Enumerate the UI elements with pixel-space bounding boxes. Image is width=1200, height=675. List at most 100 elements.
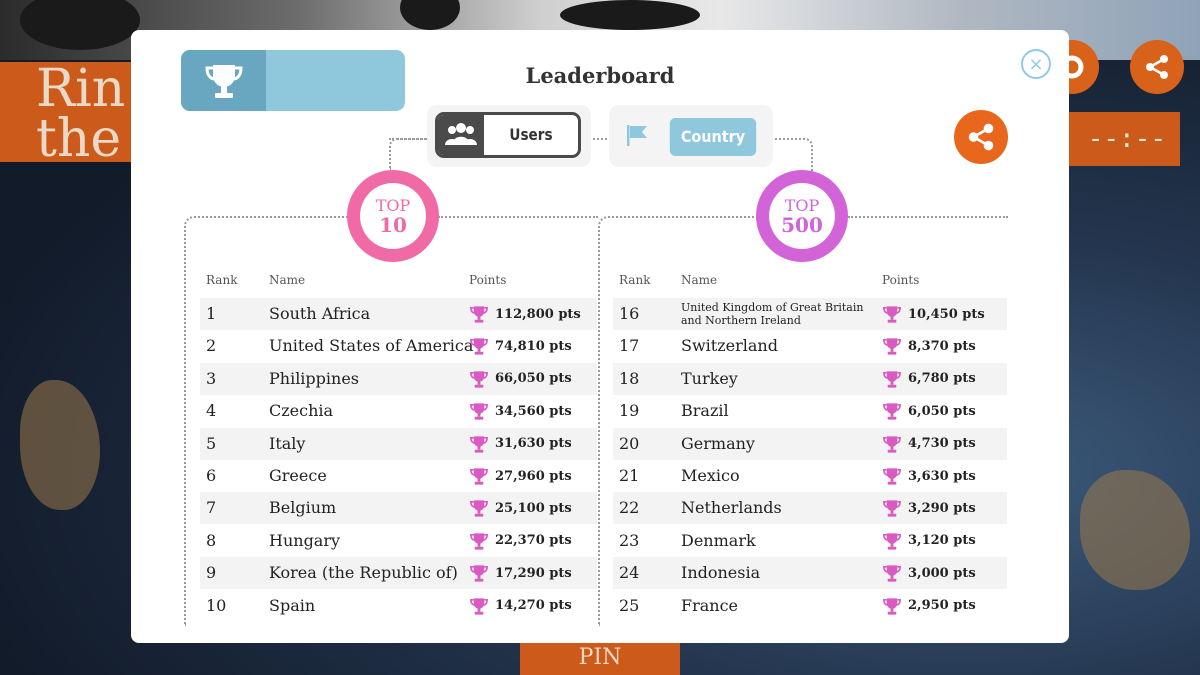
points-value: 3,000 pts: [908, 565, 976, 581]
table-header: Rank Name Points: [200, 270, 597, 290]
rank-cell: 9: [206, 563, 217, 583]
points-cell: 3,290 pts: [882, 492, 976, 524]
top10-badge: TOP 10: [347, 170, 439, 262]
trophy-icon: [470, 597, 488, 615]
name-cell: Germany: [681, 433, 755, 453]
table-row: 10 Spain 14,270 pts: [200, 590, 597, 622]
trophy-icon: [470, 468, 488, 485]
table-header: Rank Name Points: [613, 270, 1007, 290]
share-icon: [1146, 55, 1168, 79]
trophy-icon: [883, 500, 901, 517]
name-cell: Netherlands: [681, 498, 782, 518]
table-row: 23 Denmark 3,120 pts: [613, 525, 1007, 557]
name-cell: Italy: [269, 433, 306, 453]
table-row: 9 Korea (the Republic of) 17,290 pts: [200, 557, 597, 590]
timer-value: --:--: [1087, 124, 1166, 154]
country-toggle-label: Country: [669, 118, 757, 156]
rank-cell: 7: [206, 498, 217, 518]
rank-cell: 25: [619, 595, 640, 615]
map-landmass: [1080, 470, 1190, 590]
points-cell: 34,560 pts: [469, 395, 572, 427]
name-cell: Belgium: [269, 498, 337, 518]
top10-badge-number: 10: [379, 212, 407, 237]
points-header: Points: [882, 273, 920, 287]
trophy-icon: [883, 338, 901, 355]
points-value: 3,290 pts: [908, 500, 976, 516]
points-value: 3,630 pts: [908, 468, 976, 484]
trophy-icon: [470, 403, 488, 420]
rank-cell: 4: [206, 401, 217, 421]
points-cell: 31,630 pts: [469, 428, 572, 460]
points-value: 3,120 pts: [908, 533, 976, 549]
table-row: 22 Netherlands 3,290 pts: [613, 492, 1007, 525]
points-value: 17,290 pts: [495, 565, 572, 581]
trophy-icon: [470, 338, 488, 355]
trophy-icon: [883, 565, 901, 582]
rank-cell: 16: [619, 304, 640, 323]
table-row: 18 Turkey 6,780 pts: [613, 362, 1007, 395]
name-cell: Indonesia: [681, 563, 761, 583]
rank-cell: 19: [619, 401, 640, 421]
points-value: 112,800 pts: [495, 306, 581, 322]
points-cell: 22,370 pts: [469, 525, 572, 557]
pin-button[interactable]: PIN: [520, 640, 680, 675]
table-row: 5 Italy 31,630 pts: [200, 427, 597, 460]
table-row: 6 Greece 27,960 pts: [200, 460, 597, 492]
leaderboard-modal: Leaderboard × Users Country TOP 10 TOP 5…: [131, 30, 1069, 643]
points-value: 25,100 pts: [495, 500, 572, 516]
country-toggle[interactable]: Country: [609, 112, 761, 158]
rank-header: Rank: [206, 273, 238, 287]
top500-badge-number: 500: [781, 212, 823, 237]
top500-badge: TOP 500: [756, 170, 848, 262]
right-panel-frame: [848, 216, 1008, 218]
rank-cell: 24: [619, 563, 640, 583]
trophy-icon: [470, 500, 488, 517]
users-toggle-wrap: Users: [427, 105, 591, 167]
trophy-icon: [883, 403, 901, 420]
trophy-icon: [470, 306, 488, 323]
share-button[interactable]: [954, 110, 1008, 164]
rank-cell: 5: [206, 433, 217, 453]
trophy-icon: [470, 533, 488, 550]
trophy-icon: [883, 306, 901, 323]
table-row: 25 France 2,950 pts: [613, 590, 1007, 622]
rank-cell: 22: [619, 498, 640, 518]
points-value: 31,630 pts: [495, 436, 572, 452]
trophy-icon: [470, 435, 488, 453]
points-value: 27,960 pts: [495, 468, 572, 484]
points-cell: 2,950 pts: [882, 590, 976, 622]
table-row: 8 Hungary 22,370 pts: [200, 525, 597, 557]
table-row: 1 South Africa 112,800 pts: [200, 298, 597, 330]
table-row: 17 Switzerland 8,370 pts: [613, 330, 1007, 362]
share-icon: [968, 123, 994, 151]
points-value: 2,950 pts: [908, 598, 976, 614]
name-header: Name: [269, 273, 306, 287]
rank-cell: 6: [206, 466, 217, 485]
flag-icon: [627, 125, 647, 146]
users-toggle[interactable]: Users: [435, 112, 581, 158]
left-panel-frame: [438, 216, 598, 218]
table-row: 16 United Kingdom of Great Britain and No…: [613, 298, 1007, 330]
points-cell: 8,370 pts: [882, 330, 976, 362]
name-header: Name: [681, 273, 718, 287]
close-button[interactable]: ×: [1021, 49, 1051, 79]
name-cell: Spain: [269, 595, 316, 615]
game-timer: --:--: [1060, 112, 1180, 166]
flag-icon-box: [609, 112, 665, 158]
name-cell: Czechia: [269, 401, 334, 421]
points-value: 66,050 pts: [495, 371, 572, 387]
rank-cell: 18: [619, 368, 640, 388]
users-toggle-label: Users: [509, 125, 553, 144]
points-value: 22,370 pts: [495, 533, 572, 549]
points-value: 8,370 pts: [908, 338, 976, 354]
points-cell: 14,270 pts: [469, 590, 572, 622]
table-row: 4 Czechia 34,560 pts: [200, 395, 597, 427]
points-value: 6,050 pts: [908, 403, 976, 419]
points-cell: 17,290 pts: [469, 557, 572, 589]
name-cell: United States of America: [269, 336, 474, 356]
points-value: 14,270 pts: [495, 598, 572, 614]
background-share-button[interactable]: [1130, 40, 1184, 94]
rank-cell: 23: [619, 530, 640, 550]
points-cell: 74,810 pts: [469, 330, 572, 362]
rank-cell: 8: [206, 530, 217, 550]
